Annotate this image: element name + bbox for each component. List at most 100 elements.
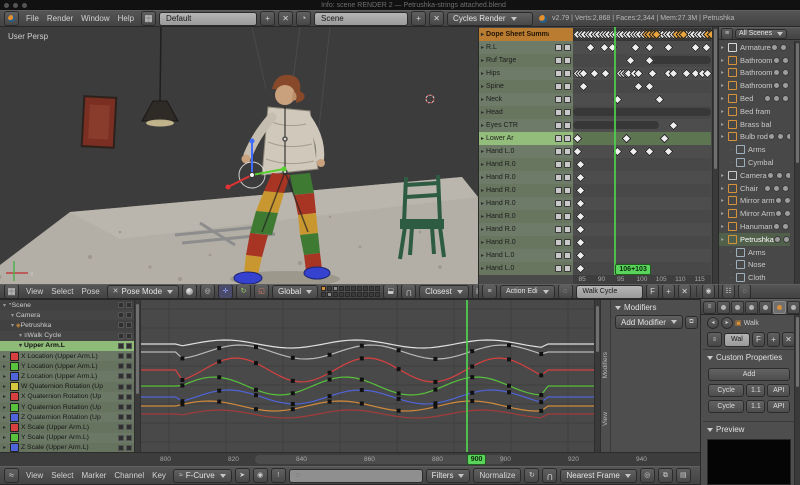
property-name-button[interactable]: Cycle — [708, 400, 744, 413]
show-errors-icon[interactable]: ! — [271, 468, 286, 483]
speaker-icon[interactable] — [555, 252, 562, 259]
layer-toggle[interactable] — [327, 292, 332, 297]
outliner-scrollbar[interactable] — [794, 41, 800, 284]
outliner-item-hanuman[interactable]: ▸Hanuman — [719, 220, 790, 233]
lock-icon[interactable] — [126, 343, 132, 349]
dope-channel-row[interactable]: ▸Head — [479, 106, 549, 119]
paste-keys-icon[interactable]: ▤ — [676, 468, 691, 483]
keyframe-diamond[interactable] — [668, 121, 678, 131]
graph-menu-marker[interactable]: Marker — [77, 471, 110, 480]
dope-keyframe-track[interactable] — [573, 54, 711, 67]
visibility-eye-icon[interactable] — [773, 82, 780, 89]
layer-toggle[interactable] — [363, 286, 368, 291]
render-camera-icon[interactable] — [785, 172, 790, 179]
dope-sheet-editor[interactable]: ▸Dope Sheet Summary▸R.L▸Ruf Targe▸Hips▸S… — [478, 27, 718, 284]
layer-toggle[interactable] — [375, 292, 380, 297]
lock-icon[interactable] — [126, 363, 132, 369]
keyframe-diamond[interactable] — [647, 69, 657, 79]
breadcrumb-forward-icon[interactable]: ▸ — [721, 317, 733, 329]
properties-tab-render-layers[interactable] — [731, 301, 744, 314]
orientation-select[interactable]: Global — [272, 285, 318, 299]
outliner-item-arms[interactable]: ·Arms — [719, 143, 790, 156]
graph-menu-key[interactable]: Key — [148, 471, 170, 480]
keyframe-diamond[interactable] — [589, 69, 599, 79]
pivot-icon[interactable]: ◎ — [640, 468, 655, 483]
lock-icon[interactable] — [564, 174, 571, 181]
render-engine-select[interactable]: Cycles Render — [447, 12, 533, 26]
keyframe-diamond[interactable] — [576, 212, 586, 222]
graph-channel-fcurve[interactable]: ▸X Location (Upper Arm.L) — [0, 351, 134, 361]
action-name-field[interactable]: Walk Cycle — [576, 285, 644, 299]
keyframe-diamond[interactable] — [628, 147, 638, 157]
dope-keyframe-track[interactable] — [573, 41, 711, 54]
selectability-arrow-icon[interactable] — [777, 133, 784, 140]
info-menu-render[interactable]: Render — [43, 14, 77, 23]
render-camera-icon[interactable] — [789, 44, 790, 51]
window-minimize-icon[interactable] — [13, 3, 18, 8]
layout-delete-icon[interactable]: ✕ — [278, 11, 293, 26]
fake-user-button[interactable]: F — [646, 284, 659, 299]
graph-channel-fcurve[interactable]: ▸Y Scale (Upper Arm.L) — [0, 433, 134, 443]
graph-editor-channels[interactable]: ▾◔ Scene▾Camera▾◈ Petrushka▾≡ Walk Cycle… — [0, 299, 140, 452]
lock-icon[interactable] — [564, 200, 571, 207]
graph-channel-scene[interactable]: ▾◔ Scene — [0, 300, 134, 310]
pivot-center-icon[interactable]: ◎ — [200, 284, 215, 299]
ghost-icon[interactable]: ◌ — [558, 284, 573, 299]
graph-mode-select[interactable]: ≈ F-Curve — [173, 469, 232, 483]
speaker-icon[interactable] — [555, 44, 562, 51]
speaker-icon[interactable] — [555, 135, 562, 142]
layer-toggle[interactable] — [363, 292, 368, 297]
lock-icon[interactable] — [126, 404, 132, 410]
speaker-icon[interactable] — [555, 109, 562, 116]
outliner-search-icon[interactable]: ◌ — [738, 284, 751, 299]
visibility-eye-icon[interactable] — [773, 223, 780, 230]
selectability-arrow-icon[interactable] — [784, 197, 790, 204]
outliner-item-bathroom[interactable]: ▸Bathroom — [719, 54, 790, 67]
selectability-arrow-icon[interactable] — [782, 223, 789, 230]
lock-icon[interactable]: ⬓ — [383, 284, 398, 299]
scene-field[interactable]: Scene — [314, 12, 408, 26]
layer-toggle[interactable] — [321, 292, 326, 297]
outliner-item-bed-fram[interactable]: ▸Bed fram — [719, 105, 790, 118]
keyframe-diamond[interactable] — [645, 82, 655, 92]
property-edit-button[interactable]: API — [767, 384, 790, 397]
snap-magnet-icon[interactable]: U — [401, 284, 416, 299]
dope-channel-row[interactable]: ▸Hand R.0 — [479, 197, 549, 210]
dope-channel-row[interactable]: ▸Hand R.0 — [479, 210, 549, 223]
selectability-arrow-icon[interactable] — [776, 172, 783, 179]
viewport-menu-pose[interactable]: Pose — [77, 287, 103, 296]
dope-channel-row[interactable]: ▸Hand R.0 — [479, 223, 549, 236]
dope-channel-row[interactable]: ▸Hand L.0 — [479, 262, 549, 275]
speaker-icon[interactable] — [555, 83, 562, 90]
selectability-arrow-icon[interactable] — [782, 82, 789, 89]
properties-datablock-field[interactable]: Wal — [724, 333, 750, 347]
speaker-icon[interactable] — [555, 148, 562, 155]
auto-normalize-icon[interactable]: ↻ — [524, 468, 539, 483]
render-camera-icon[interactable] — [782, 185, 789, 192]
dope-keyframe-track[interactable] — [573, 171, 711, 184]
graph-menu-view[interactable]: View — [22, 471, 47, 480]
new-action-button[interactable]: + — [662, 284, 675, 299]
lock-icon[interactable] — [564, 226, 571, 233]
lock-icon[interactable] — [564, 57, 571, 64]
layer-toggle[interactable] — [345, 286, 350, 291]
mute-icon[interactable] — [118, 394, 124, 400]
dope-sheet-mode-select[interactable]: Action Edi — [500, 285, 555, 299]
add-property-button[interactable]: Add — [708, 368, 790, 381]
speaker-icon[interactable] — [555, 239, 562, 246]
layer-toggle[interactable] — [339, 286, 344, 291]
dope-keyframe-track[interactable] — [573, 67, 711, 80]
dope-keyframe-track[interactable] — [573, 197, 711, 210]
mute-icon[interactable] — [118, 353, 124, 359]
visibility-eye-icon[interactable] — [764, 95, 771, 102]
selectability-arrow-icon[interactable] — [773, 95, 780, 102]
dope-keyframe-track[interactable] — [573, 106, 711, 119]
sidebar-tab-view[interactable]: View — [602, 412, 609, 426]
dope-channel-row[interactable]: ▸Hand R.0 — [479, 184, 549, 197]
properties-tab-scene[interactable] — [745, 301, 758, 314]
normalize-button[interactable]: Normalize — [473, 468, 521, 483]
info-menu-window[interactable]: Window — [77, 14, 113, 23]
keyframe-diamond[interactable] — [573, 134, 583, 144]
graph-menu-channel[interactable]: Channel — [110, 471, 148, 480]
mute-icon[interactable] — [118, 445, 124, 451]
